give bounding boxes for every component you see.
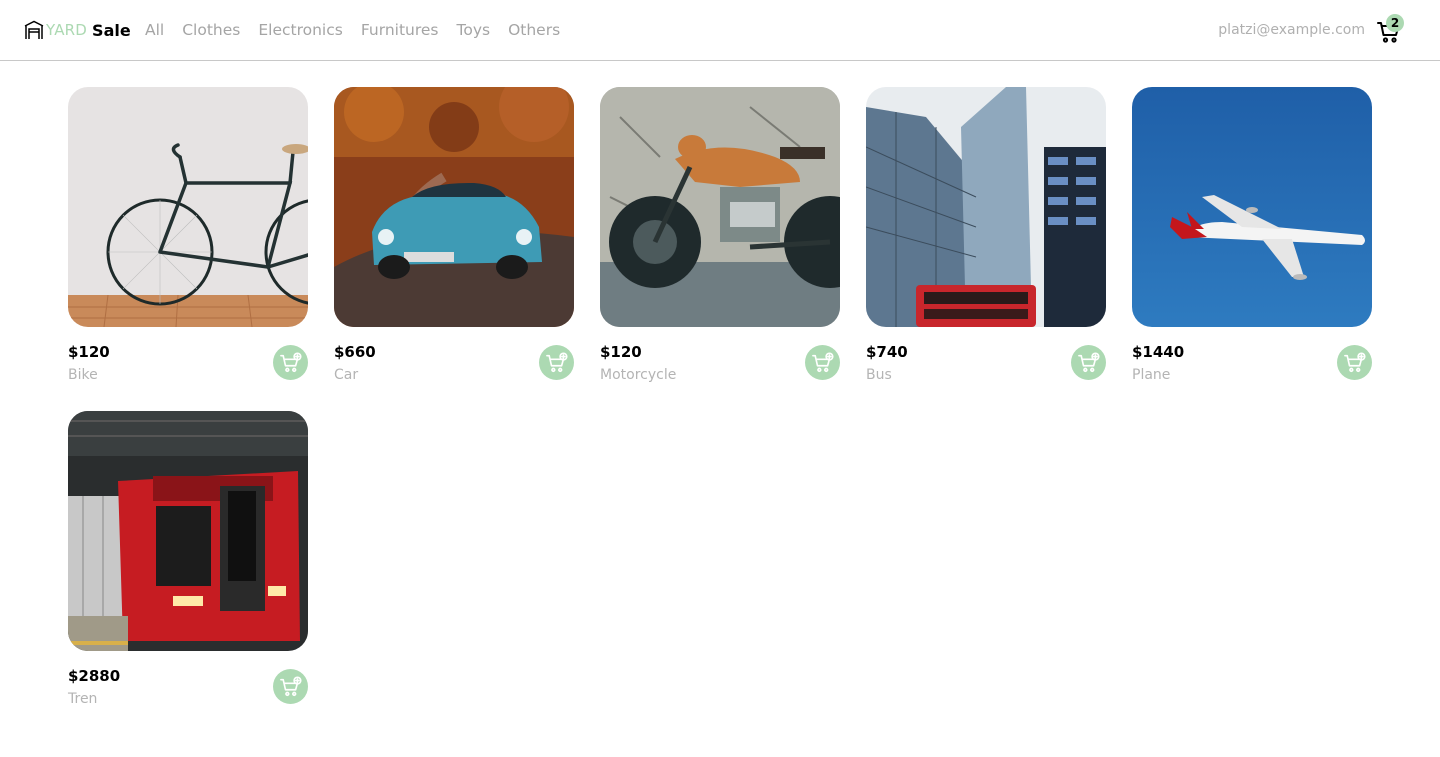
product-price: $120 bbox=[600, 343, 642, 361]
product-card[interactable]: $2880 Tren bbox=[68, 411, 308, 711]
product-name: Car bbox=[334, 367, 359, 383]
train-photo bbox=[68, 411, 308, 651]
product-price: $660 bbox=[334, 343, 376, 361]
category-nav: All Clothes Electronics Furnitures Toys … bbox=[145, 19, 578, 41]
product-card[interactable]: $1440 Plane bbox=[1132, 87, 1372, 387]
add-to-cart-icon bbox=[545, 351, 568, 372]
nav-link-others[interactable]: Others bbox=[508, 19, 560, 41]
product-price: $1440 bbox=[1132, 343, 1185, 361]
cart-button[interactable]: 2 bbox=[1376, 14, 1404, 46]
cart-count-badge: 2 bbox=[1386, 14, 1404, 32]
bus-photo bbox=[866, 87, 1106, 327]
product-name: Bus bbox=[866, 367, 892, 383]
add-to-cart-button[interactable] bbox=[539, 345, 574, 380]
product-card[interactable]: $120 Motorcycle bbox=[600, 87, 840, 387]
product-name: Plane bbox=[1132, 367, 1171, 383]
product-price: $120 bbox=[68, 343, 110, 361]
brand-logo-link[interactable]: YARD Sale bbox=[24, 18, 131, 42]
add-to-cart-icon bbox=[1343, 351, 1366, 372]
add-to-cart-button[interactable] bbox=[1337, 345, 1372, 380]
user-email[interactable]: platzi@example.com bbox=[1218, 22, 1365, 38]
nav-user-area: platzi@example.com 2 bbox=[1218, 10, 1404, 50]
product-price: $2880 bbox=[68, 667, 121, 685]
product-image-car[interactable] bbox=[334, 87, 574, 327]
car-photo bbox=[334, 87, 574, 327]
store-icon bbox=[24, 20, 44, 39]
add-to-cart-button[interactable] bbox=[273, 345, 308, 380]
nav-link-furnitures[interactable]: Furnitures bbox=[361, 19, 439, 41]
add-to-cart-icon bbox=[1077, 351, 1100, 372]
add-to-cart-button[interactable] bbox=[805, 345, 840, 380]
add-to-cart-button[interactable] bbox=[1071, 345, 1106, 380]
product-image-bus[interactable] bbox=[866, 87, 1106, 327]
product-card[interactable]: $660 Car bbox=[334, 87, 574, 387]
product-card[interactable]: $740 Bus bbox=[866, 87, 1106, 387]
add-to-cart-icon bbox=[279, 675, 302, 696]
bike-photo bbox=[68, 87, 308, 327]
navbar: YARD Sale All Clothes Electronics Furnit… bbox=[0, 0, 1440, 61]
product-image-motorcycle[interactable] bbox=[600, 87, 840, 327]
nav-link-all[interactable]: All bbox=[145, 19, 164, 41]
product-image-bike[interactable] bbox=[68, 87, 308, 327]
brand-yard-text: YARD bbox=[46, 21, 88, 39]
motorcycle-photo bbox=[600, 87, 840, 327]
add-to-cart-icon bbox=[279, 351, 302, 372]
plane-photo bbox=[1132, 87, 1372, 327]
product-name: Motorcycle bbox=[600, 367, 677, 383]
nav-link-clothes[interactable]: Clothes bbox=[182, 19, 240, 41]
product-image-train[interactable] bbox=[68, 411, 308, 651]
product-price: $740 bbox=[866, 343, 908, 361]
product-image-plane[interactable] bbox=[1132, 87, 1372, 327]
nav-link-electronics[interactable]: Electronics bbox=[258, 19, 342, 41]
brand-sale-text: Sale bbox=[92, 20, 131, 40]
product-name: Bike bbox=[68, 367, 98, 383]
add-to-cart-button[interactable] bbox=[273, 669, 308, 704]
nav-link-toys[interactable]: Toys bbox=[457, 19, 491, 41]
product-card[interactable]: $120 Bike bbox=[68, 87, 308, 387]
product-name: Tren bbox=[68, 691, 98, 707]
add-to-cart-icon bbox=[811, 351, 834, 372]
